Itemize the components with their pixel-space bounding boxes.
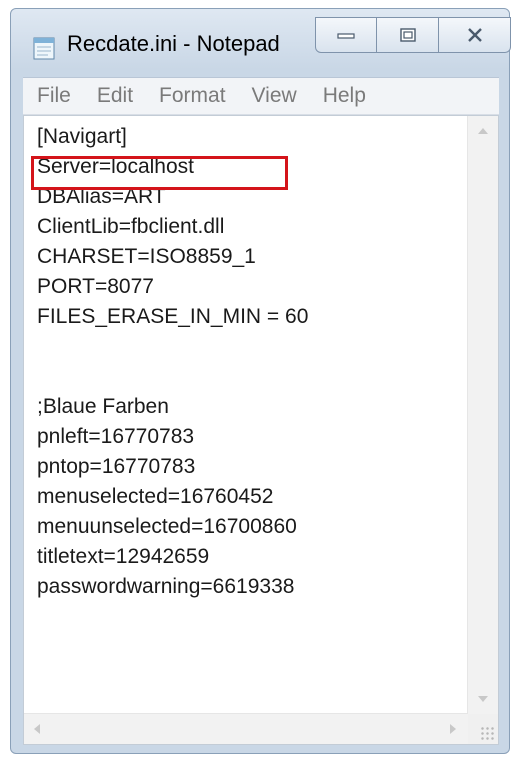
close-button[interactable]	[439, 17, 511, 53]
title-bar[interactable]: Recdate.ini - Notepad	[11, 9, 511, 77]
close-icon	[467, 28, 482, 42]
scroll-left-arrow-icon[interactable]	[34, 724, 40, 734]
scroll-down-arrow-icon[interactable]	[478, 696, 488, 702]
text-line: FILES_ERASE_IN_MIN = 60	[37, 305, 309, 328]
horizontal-scrollbar[interactable]	[24, 713, 468, 744]
maximize-icon	[399, 28, 416, 42]
text-line: pnleft=16770783	[37, 425, 195, 448]
scroll-right-arrow-icon[interactable]	[450, 724, 456, 734]
text-line: PORT=8077	[37, 275, 154, 298]
text-line: pntop=16770783	[37, 455, 196, 478]
minimize-icon	[337, 33, 355, 39]
maximize-button[interactable]	[377, 17, 439, 53]
window-title: Recdate.ini - Notepad	[67, 31, 280, 56]
text-line	[37, 362, 462, 392]
text-line: ;Blaue Farben	[37, 395, 169, 418]
text-line	[37, 332, 462, 362]
resize-corner[interactable]	[468, 714, 498, 744]
menu-bar: File Edit Format View Help	[23, 77, 499, 115]
menu-file[interactable]: File	[23, 84, 84, 108]
menu-edit[interactable]: Edit	[84, 84, 146, 108]
text-editor[interactable]: [Navigart] Server=localhost DBAlias=ART …	[23, 115, 499, 745]
notepad-icon	[31, 35, 57, 61]
text-line: menuselected=16760452	[37, 485, 274, 508]
highlight-box	[31, 156, 288, 190]
text-line: titletext=12942659	[37, 545, 210, 568]
notepad-window: Recdate.ini - Notepad File Edit Format V…	[10, 8, 511, 754]
scroll-up-arrow-icon[interactable]	[478, 128, 488, 134]
menu-view[interactable]: View	[239, 84, 310, 108]
text-line: passwordwarning=6619338	[37, 575, 295, 598]
text-line: CHARSET=ISO8859_1	[37, 245, 256, 268]
text-content[interactable]: [Navigart] Server=localhost DBAlias=ART …	[31, 122, 462, 708]
minimize-button[interactable]	[315, 17, 377, 53]
menu-help[interactable]: Help	[310, 84, 379, 108]
resize-grip-icon[interactable]	[480, 726, 494, 740]
text-line: [Navigart]	[37, 125, 127, 148]
vertical-scrollbar[interactable]	[467, 116, 498, 714]
menu-format[interactable]: Format	[146, 84, 239, 108]
text-line: menuunselected=16700860	[37, 515, 297, 538]
caption-buttons	[315, 17, 511, 55]
text-line: ClientLib=fbclient.dll	[37, 215, 225, 238]
